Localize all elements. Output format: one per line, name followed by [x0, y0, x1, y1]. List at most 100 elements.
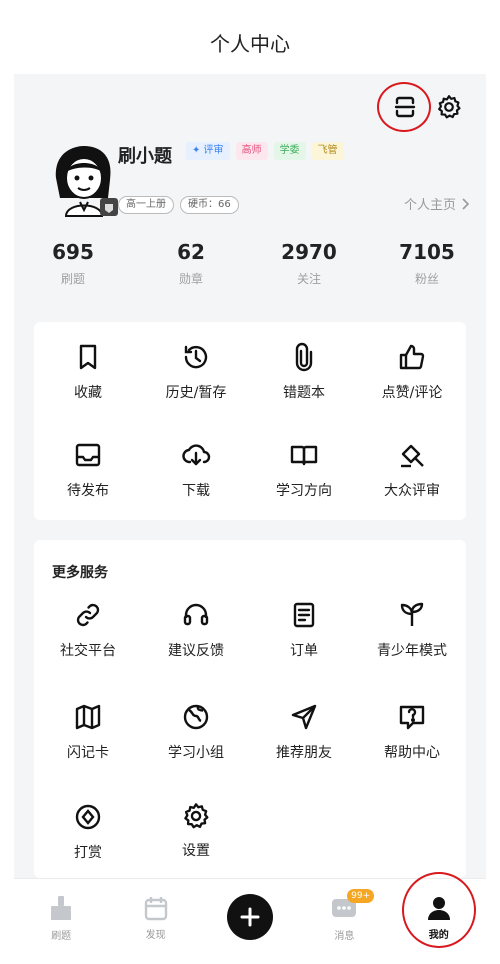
calendar-icon: [144, 896, 167, 920]
service-label: 订单: [290, 643, 318, 659]
tab-label: 发现: [145, 929, 166, 941]
send-icon: [291, 704, 317, 730]
tab-label: 消息: [334, 930, 355, 942]
phone-screen: 个人中心 刷小题 ✦ 评审 高师 学委 飞管 高一上册 硬币：66 个人主页 6…: [14, 10, 486, 954]
stat-followers[interactable]: 7105 粉丝: [368, 238, 486, 287]
unread-badge: 99+: [347, 889, 375, 903]
service-label: 青少年模式: [377, 643, 447, 659]
action-label: 收藏: [74, 385, 102, 401]
nav-header: 个人中心: [14, 10, 486, 74]
tag-monitor: 学委: [273, 142, 306, 160]
stat-value: 2970: [281, 240, 337, 264]
username: 刷小题: [118, 146, 172, 167]
quick-actions-row-1: 收藏 历史/暂存 错题本 点赞/评论: [34, 342, 466, 402]
action-download[interactable]: 下载: [142, 440, 250, 500]
grade-chip[interactable]: 高一上册: [118, 196, 174, 214]
sprout-icon: [400, 602, 424, 626]
section-title: 更多服务: [52, 565, 108, 581]
stat-label: 关注: [296, 272, 321, 286]
action-label: 待发布: [67, 483, 109, 499]
link-icon: [76, 603, 100, 627]
stat-questions[interactable]: 695 刷题: [14, 238, 132, 287]
stat-value: 62: [177, 240, 205, 264]
service-label: 帮助中心: [384, 745, 440, 761]
history-icon: [184, 345, 208, 369]
avatar[interactable]: [44, 138, 124, 218]
order-icon: [293, 602, 315, 628]
plus-icon: [240, 907, 260, 927]
brush-icon: [51, 895, 72, 920]
more-services-card: 更多服务 社交平台 建议反馈 订单 青少年模式 闪记卡 学习小组 推荐朋友 帮助…: [34, 540, 466, 878]
tag-manager: 飞管: [311, 142, 344, 160]
tab-create[interactable]: [203, 879, 297, 954]
homepage-link[interactable]: 个人主页: [404, 194, 470, 213]
services-row-2: 闪记卡 学习小组 推荐朋友 帮助中心: [34, 702, 466, 762]
chevron-right-icon: [462, 197, 470, 210]
service-feedback[interactable]: 建议反馈: [142, 600, 250, 660]
stat-label: 勋章: [178, 272, 203, 286]
service-label: 社交平台: [60, 643, 116, 659]
coins-chip[interactable]: 硬币：66: [180, 196, 239, 214]
service-invite-friends[interactable]: 推荐朋友: [250, 702, 358, 762]
service-study-group[interactable]: 学习小组: [142, 702, 250, 762]
action-likes[interactable]: 点赞/评论: [358, 342, 466, 402]
stat-following[interactable]: 2970 关注: [250, 238, 368, 287]
action-label: 历史/暂存: [165, 385, 227, 401]
action-mistakes[interactable]: 错题本: [250, 342, 358, 402]
quick-actions-row-2: 待发布 下载 学习方向 大众评审: [34, 440, 466, 500]
services-row-3: 打赏 设置: [34, 802, 466, 862]
action-drafts[interactable]: 待发布: [34, 440, 142, 500]
homepage-label: 个人主页: [403, 198, 456, 213]
service-label: 闪记卡: [67, 745, 109, 761]
map-icon: [75, 704, 101, 730]
highlight-ring: [377, 82, 431, 132]
tab-discover[interactable]: 发现: [108, 879, 202, 954]
paperclip-icon: [295, 342, 313, 372]
coin-icon: [75, 804, 101, 830]
plus-button[interactable]: [226, 894, 273, 940]
role-tags: ✦ 评审 高师 学委 飞管: [186, 142, 344, 160]
headset-icon: [183, 603, 209, 626]
settings-icon: [184, 803, 209, 829]
page-title: 个人中心: [210, 31, 290, 56]
action-label: 大众评审: [384, 483, 440, 499]
globe-icon: [183, 704, 209, 730]
highlight-ring: [402, 872, 476, 948]
service-orders[interactable]: 订单: [250, 600, 358, 660]
help-icon: [399, 705, 425, 730]
stat-value: 7105: [399, 240, 455, 264]
service-settings[interactable]: 设置: [142, 802, 250, 862]
stat-medals[interactable]: 62 勋章: [132, 238, 250, 287]
stat-value: 695: [52, 240, 94, 264]
service-label: 建议反馈: [168, 643, 224, 659]
service-label: 设置: [182, 843, 210, 859]
settings-top-button[interactable]: [434, 92, 464, 122]
service-label: 推荐朋友: [276, 745, 332, 761]
gavel-icon: [401, 444, 424, 468]
cloud-download-icon: [182, 444, 211, 466]
book-icon: [290, 445, 318, 466]
tab-practice[interactable]: 刷题: [14, 879, 108, 954]
stats-row: 695 刷题 62 勋章 2970 关注 7105 粉丝: [14, 238, 486, 287]
inbox-icon: [75, 443, 101, 467]
service-flashcards[interactable]: 闪记卡: [34, 702, 142, 762]
service-teen-mode[interactable]: 青少年模式: [358, 600, 466, 660]
service-social[interactable]: 社交平台: [34, 600, 142, 660]
action-public-review[interactable]: 大众评审: [358, 440, 466, 500]
action-favorites[interactable]: 收藏: [34, 342, 142, 402]
stat-label: 粉丝: [414, 272, 439, 286]
action-history[interactable]: 历史/暂存: [142, 342, 250, 402]
action-study-direction[interactable]: 学习方向: [250, 440, 358, 500]
tag-teacher: 高师: [235, 142, 268, 160]
tab-messages[interactable]: 99+ 消息: [297, 879, 391, 954]
service-tip[interactable]: 打赏: [34, 802, 142, 862]
bookmark-icon: [79, 344, 97, 370]
action-label: 下载: [182, 483, 210, 499]
action-label: 点赞/评论: [381, 385, 443, 401]
service-help[interactable]: 帮助中心: [358, 702, 466, 762]
service-label: 打赏: [74, 845, 102, 861]
tag-reviewer: ✦ 评审: [186, 142, 230, 160]
thumbs-up-icon: [399, 344, 425, 370]
tab-label: 刷题: [51, 930, 72, 942]
action-label: 学习方向: [276, 483, 332, 499]
